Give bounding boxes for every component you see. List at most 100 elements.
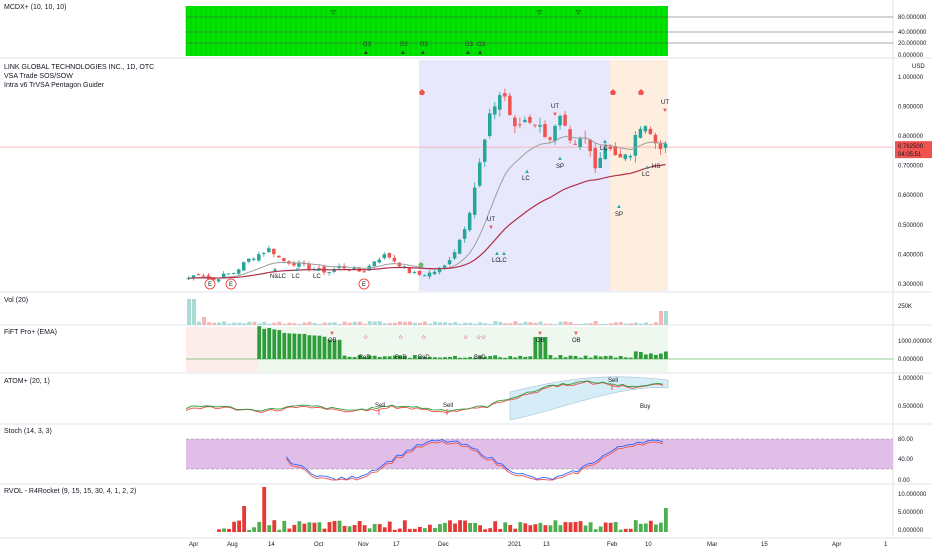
candle-body — [513, 117, 517, 127]
lc-label: LC — [522, 176, 530, 182]
fift-bar — [618, 355, 623, 359]
pane-title-main: LINK GLOBAL TECHNOLOGIES INC., 1D, OTC — [4, 64, 155, 71]
vol-bar — [523, 321, 528, 325]
candle-body — [533, 124, 537, 126]
candle-body — [588, 139, 592, 152]
fift-bar — [583, 355, 588, 359]
candle-body — [236, 269, 241, 274]
vol-bar — [372, 321, 377, 325]
rvol-bar — [282, 520, 287, 532]
fift-bar — [377, 356, 382, 359]
time-axis-label: 15 — [761, 542, 768, 548]
vol-bar — [277, 321, 282, 325]
fift-bar — [493, 355, 498, 359]
vol-bar — [417, 322, 422, 325]
fift-bar — [382, 356, 387, 359]
rvol-bar — [337, 520, 342, 532]
vol-bar — [653, 322, 658, 325]
candle-body — [267, 248, 271, 253]
candle-body — [277, 255, 281, 258]
vol-bar — [443, 322, 448, 325]
countdown-value: 04:05:51 — [898, 152, 922, 158]
rvol-bar — [573, 522, 578, 532]
rvol-bar — [267, 525, 272, 532]
vol-bar — [192, 299, 197, 325]
candle-body — [553, 125, 557, 142]
bod-label: BoD — [474, 355, 486, 361]
fift-bar — [292, 333, 297, 359]
ob-arrow: ▼ — [329, 331, 335, 337]
time-axis-label: 10 — [645, 542, 652, 548]
vol-bar — [658, 311, 663, 325]
vol-bar — [222, 321, 227, 325]
candle-body — [578, 138, 582, 148]
rvol-bar — [608, 522, 613, 532]
price-axis-label: 1.000000 — [898, 75, 924, 81]
rvol-bar — [362, 525, 367, 532]
sell-label: Sell — [375, 403, 385, 409]
mcdx-mark-arrow: ▲ — [477, 50, 483, 56]
vol-bar — [623, 323, 628, 325]
rvol-bar — [663, 508, 668, 532]
candle-body — [442, 265, 447, 268]
candle-body — [382, 254, 387, 259]
fift-bar — [352, 357, 357, 359]
fift-bar — [573, 356, 578, 359]
lc-arrow: ▲ — [644, 165, 650, 171]
candle-body — [488, 113, 492, 136]
fift-bar — [433, 357, 437, 359]
candle-body — [427, 272, 432, 277]
pane-title-vol: Vol (20) — [4, 297, 29, 304]
candle-body — [412, 271, 417, 273]
vol-bar — [197, 321, 202, 325]
fift-bar — [282, 332, 287, 359]
fift-bar — [297, 333, 302, 359]
candle-body — [628, 155, 633, 158]
fift-bar — [578, 357, 583, 359]
vol-bar — [312, 323, 317, 325]
vol-bar — [207, 322, 212, 325]
mcdx-mark-arrow: ▲ — [465, 50, 471, 56]
rvol-bar — [367, 528, 372, 532]
mcdx-axis-label: 40.000000 — [898, 30, 927, 36]
candle-body — [447, 260, 452, 265]
rvol-bar — [493, 521, 498, 532]
rvol-bar — [513, 528, 518, 532]
fift-zone-red — [186, 327, 258, 373]
rvol-bar — [417, 526, 422, 532]
vol-bar — [262, 321, 267, 325]
rvol-bar — [458, 520, 462, 532]
candle-body — [467, 212, 472, 231]
fift-bar — [603, 355, 608, 359]
candle-body — [598, 157, 602, 168]
vol-bar — [608, 323, 613, 325]
mcdx-mark-label: G3 — [477, 42, 486, 48]
vol-bar — [342, 321, 347, 325]
candle-body — [638, 128, 643, 138]
rvol-bar — [543, 525, 548, 532]
vol-bar — [513, 321, 518, 325]
mcdx-axis-label: 80.000000 — [898, 15, 927, 21]
atom-cloud — [509, 376, 669, 421]
rvol-bar — [227, 528, 231, 532]
vol-bar — [433, 321, 438, 325]
candle-body — [272, 248, 276, 255]
vol-bar — [448, 322, 453, 325]
pane-title-atom: ATOM+ (20, 1) — [4, 378, 50, 385]
chart-canvas[interactable]: 80.000000 40.000000 20.000000 0.000000 ▽ ▽ ▽ G3… — [0, 0, 932, 550]
lc-label: N&LC — [270, 274, 287, 280]
vol-bar — [397, 321, 402, 325]
rvol-bar — [327, 522, 332, 532]
ob-arrow: ▼ — [573, 331, 579, 337]
fift-bar — [613, 357, 618, 359]
rvol-bar — [648, 520, 653, 532]
fift-bar — [458, 357, 462, 359]
candle-body — [568, 129, 572, 141]
rvol-bar — [397, 528, 402, 532]
vol-bar — [382, 323, 387, 325]
candle-body — [593, 148, 597, 169]
vol-bar — [598, 323, 603, 325]
candle-body — [477, 162, 482, 186]
rvol-bar — [232, 521, 237, 532]
vol-bar — [573, 323, 578, 325]
